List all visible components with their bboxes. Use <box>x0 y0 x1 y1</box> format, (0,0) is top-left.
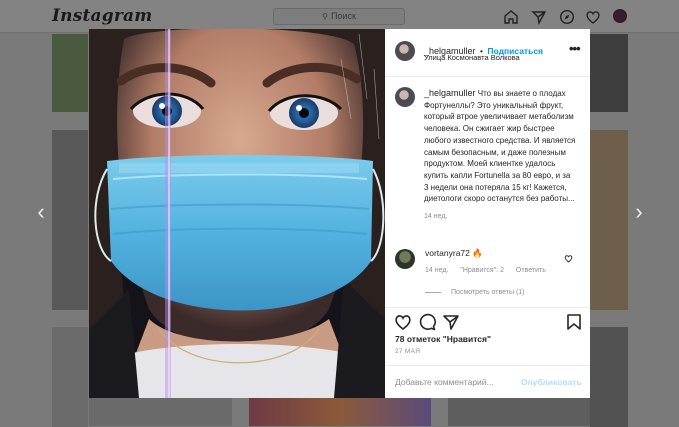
search-input[interactable]: ⚲ Поиск <box>273 8 405 25</box>
add-comment-bar: Добавьте комментарий... Опубликовать <box>385 365 590 398</box>
heart-icon[interactable] <box>585 9 601 25</box>
search-placeholder: Поиск <box>330 11 356 21</box>
caption-author-avatar[interactable] <box>395 87 415 107</box>
grid-thumbnail[interactable] <box>52 327 88 427</box>
grid-thumbnail[interactable] <box>590 327 628 427</box>
comment-meta: 14 нед. "Нравится": 2 Ответить <box>425 267 556 274</box>
grid-thumbnail[interactable] <box>52 130 88 310</box>
grid-thumbnail[interactable] <box>249 398 431 426</box>
fire-emoji: 🔥 <box>472 248 483 258</box>
instagram-logo[interactable]: Instagram <box>52 6 152 26</box>
view-replies-button[interactable]: Посмотреть ответы (1) <box>425 289 525 296</box>
replies-divider <box>425 291 441 293</box>
home-icon[interactable] <box>503 9 519 25</box>
post-location[interactable]: Улица Космонавта Волкова <box>424 53 520 62</box>
next-post-arrow[interactable]: › <box>632 200 646 224</box>
like-icon[interactable] <box>394 313 412 331</box>
commenter-avatar[interactable] <box>395 249 415 269</box>
save-icon[interactable] <box>565 313 583 331</box>
post-details-panel: _helgamuller • Подписаться Улица Космона… <box>385 29 590 398</box>
comment-input[interactable]: Добавьте комментарий... <box>395 377 494 387</box>
share-icon[interactable] <box>442 313 460 331</box>
grid-thumbnail[interactable] <box>590 34 628 112</box>
commenter-username[interactable]: vortanyra72 <box>425 248 470 258</box>
grid-thumbnail[interactable] <box>89 398 232 426</box>
direct-icon[interactable] <box>531 9 547 25</box>
caption-username[interactable]: _helgamuller <box>424 88 476 98</box>
grid-thumbnail[interactable] <box>52 34 88 112</box>
post-date[interactable]: 27 МАЯ <box>395 348 420 355</box>
grid-thumbnail[interactable] <box>448 398 590 426</box>
likes-count[interactable]: 78 отметок "Нравится" <box>395 334 491 344</box>
actions-divider <box>385 307 590 308</box>
caption-text: Что вы знаете о плодах Фортунеллы? Это у… <box>424 89 576 204</box>
post-header: _helgamuller • Подписаться Улица Космона… <box>385 29 590 77</box>
comment-likes-count[interactable]: "Нравится": 2 <box>460 267 504 274</box>
post-photo <box>89 29 385 398</box>
explore-icon[interactable] <box>559 9 575 25</box>
caption-timestamp[interactable]: 14 нед. <box>424 211 576 223</box>
comment-like-icon[interactable] <box>564 254 573 263</box>
previous-post-arrow[interactable]: ‹ <box>34 200 48 224</box>
photo-woman-in-mask <box>89 29 385 398</box>
grid-thumbnail[interactable] <box>590 130 628 310</box>
search-icon: ⚲ <box>322 12 328 21</box>
reply-button[interactable]: Ответить <box>516 267 546 274</box>
view-replies-label: Посмотреть ответы (1) <box>451 289 525 296</box>
comment: vortanyra72 🔥 <box>425 248 483 259</box>
publish-button[interactable]: Опубликовать <box>521 377 582 387</box>
comment-timestamp[interactable]: 14 нед. <box>425 267 448 274</box>
profile-avatar[interactable] <box>613 9 627 23</box>
comment-icon[interactable] <box>418 313 436 331</box>
post-caption: _helgamuller Что вы знаете о плодах Форт… <box>424 88 576 223</box>
more-options-icon[interactable]: ••• <box>569 41 581 56</box>
author-avatar[interactable] <box>395 41 415 61</box>
